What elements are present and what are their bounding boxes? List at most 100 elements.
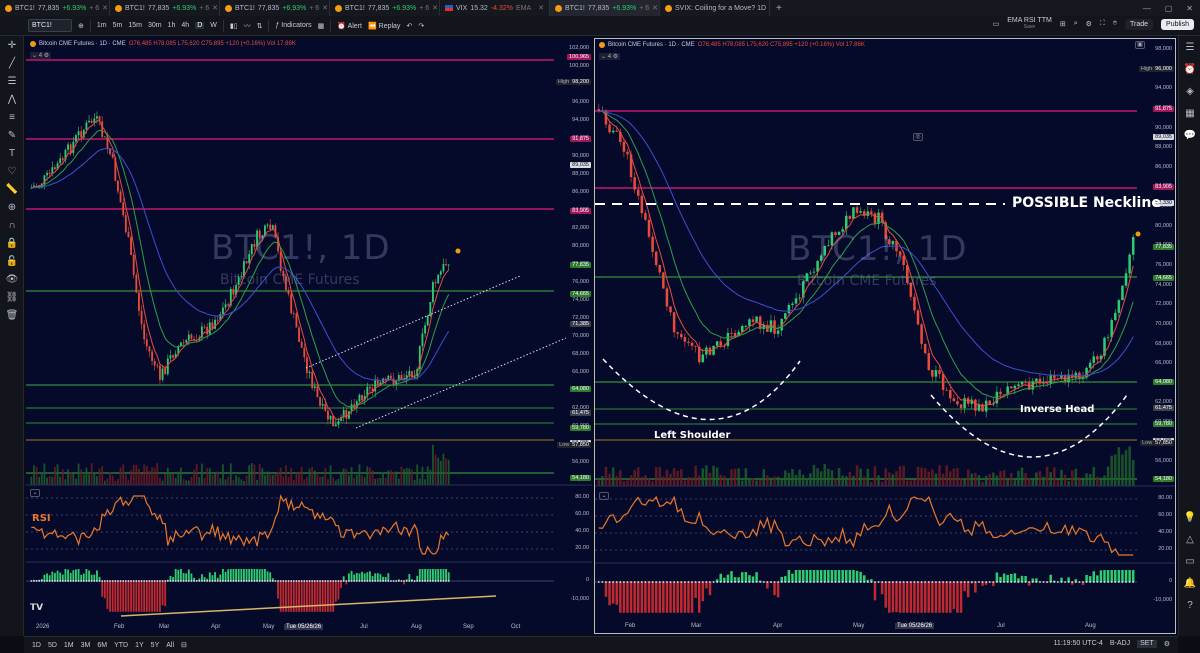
visibility-icon[interactable]: 👁 — [0, 270, 24, 288]
browser-tab[interactable]: BTC1! 77,835 +6.93% + 6 ✕ — [550, 0, 660, 16]
interval-30m[interactable]: 30m — [148, 22, 162, 29]
range-ytd[interactable]: YTD — [114, 642, 128, 649]
undo-icon[interactable]: ↶ — [406, 22, 412, 30]
close-icon[interactable]: ✕ — [1179, 4, 1200, 13]
notes-icon[interactable]: ▭ — [1179, 550, 1200, 572]
link-icon[interactable]: ⛓ — [0, 288, 24, 306]
price-scale-right[interactable]: 98,00096,00094,00092,00090,00088,00086,0… — [1138, 39, 1175, 625]
chart-canvas-right[interactable] — [595, 39, 1175, 633]
symbol-search-input[interactable]: BTC1! — [28, 19, 72, 32]
settlement-toggle[interactable]: SET — [1137, 640, 1157, 648]
object-tree-icon[interactable]: ◎ — [913, 133, 923, 141]
indicator-count[interactable]: ⌄ 4 ⚙ — [30, 52, 52, 59]
badj-toggle[interactable]: B-ADJ — [1110, 640, 1130, 648]
trash-icon[interactable]: 🗑 — [0, 306, 24, 324]
browser-tab[interactable]: VIX 15.32 -4.32% EMA ✕ — [440, 0, 550, 16]
alert-button[interactable]: ⏰ Alert — [337, 22, 362, 30]
interval-1m[interactable]: 1m — [97, 22, 107, 29]
rsi-line[interactable] — [598, 495, 1134, 556]
left-shoulder-arc[interactable] — [602, 358, 801, 421]
zoom-icon[interactable]: ⊕ — [0, 198, 24, 216]
event-marker[interactable] — [455, 248, 461, 254]
chart-legend[interactable]: Bitcoin CME Futures · 1D · CME O76,485 H… — [30, 41, 296, 47]
trade-button[interactable]: Trade — [1125, 18, 1154, 30]
close-tab-icon[interactable]: ✕ — [432, 4, 438, 12]
divergence-line[interactable] — [120, 595, 497, 617]
interval-4h[interactable]: 4h — [181, 22, 189, 29]
notifications-icon[interactable]: 🔔 — [1179, 572, 1200, 594]
compare-icon[interactable]: ⇅ — [257, 22, 263, 30]
publish-button[interactable]: Publish — [1161, 18, 1194, 30]
brush-icon[interactable]: ✎ — [0, 126, 24, 144]
grid-layout-icon[interactable]: ⊞ — [1060, 20, 1066, 28]
close-tab-icon[interactable]: ✕ — [102, 4, 108, 12]
price-scale-left[interactable]: 102,000100,00098,00096,00094,00092,00090… — [555, 38, 592, 624]
range-all[interactable]: All — [166, 642, 174, 649]
collapse-pane-icon[interactable]: ⌄ — [599, 492, 609, 500]
layers-icon[interactable]: ◈ — [1179, 80, 1200, 102]
templates-icon[interactable]: ▦ — [318, 22, 325, 30]
indicators-button[interactable]: ƒ Indicators — [275, 22, 311, 29]
ruler-icon[interactable]: 📏 — [0, 180, 24, 198]
browser-tab[interactable]: SVIX: Coiling for a Move? 1D✕ — [660, 0, 770, 16]
chart-pane-left[interactable]: BTC1!, 1D Bitcoin CME Futures Bitcoin CM… — [26, 38, 592, 634]
layout-name-button[interactable]: EMA RSI TTM Save — [1007, 17, 1052, 30]
line-style-icon[interactable]: 〰 — [244, 21, 251, 31]
replay-button[interactable]: ⏪ Replay — [368, 22, 400, 30]
close-tab-icon[interactable]: ✕ — [212, 4, 218, 12]
ema-fast-line[interactable] — [31, 120, 450, 421]
pine-icon[interactable]: △ — [1179, 528, 1200, 550]
add-symbol-icon[interactable]: ⊕ — [78, 22, 84, 30]
close-tab-icon[interactable]: ✕ — [652, 4, 658, 12]
interval-1h[interactable]: 1h — [168, 22, 176, 29]
close-tab-icon[interactable]: ✕ — [538, 4, 544, 12]
fullscreen-icon[interactable]: ⛶ — [1100, 20, 1105, 28]
close-tab-icon[interactable]: ✕ — [322, 4, 328, 12]
browser-tab[interactable]: BTC1! 77,835 +6.93% + 6 ✕ — [0, 0, 110, 16]
interval-15m[interactable]: 15m — [128, 22, 142, 29]
interval-d[interactable]: D — [195, 22, 205, 29]
goto-date-icon[interactable]: ⊟ — [181, 641, 187, 649]
collapse-pane-icon[interactable]: ⌄ — [30, 489, 40, 497]
help-icon[interactable]: ? — [1179, 594, 1200, 616]
trendline-icon[interactable]: ╱ — [0, 54, 24, 72]
redo-icon[interactable]: ↷ — [418, 22, 424, 30]
text-icon[interactable]: T — [0, 144, 24, 162]
layout-icon[interactable]: ▭ — [993, 20, 1000, 28]
range-5y[interactable]: 5Y — [151, 642, 160, 649]
search-icon[interactable]: ⌕ — [1074, 20, 1078, 28]
magnet-icon[interactable]: ∩ — [0, 216, 24, 234]
settings-icon[interactable]: ⚙ — [1086, 20, 1092, 28]
pattern-icon[interactable]: ⋀ — [0, 90, 24, 108]
range-1y[interactable]: 1Y — [135, 642, 144, 649]
fib-icon[interactable]: ☰ — [0, 72, 24, 90]
range-3m[interactable]: 3M — [81, 642, 91, 649]
ideas-icon[interactable]: 💡 — [1179, 506, 1200, 528]
time-axis-right[interactable]: Feb Mar Apr May Tue 05/26/26 Jul Aug — [595, 623, 1140, 633]
maximize-icon[interactable]: ▢ — [1158, 4, 1180, 13]
range-5d[interactable]: 5D — [48, 642, 57, 649]
scale-settings-icon[interactable]: ⚙ — [1164, 640, 1170, 648]
browser-tab[interactable]: BTC1! 77,835 +6.93% + 6 ✕ — [220, 0, 330, 16]
trend-channel-lower[interactable] — [355, 337, 567, 429]
rsi-line[interactable] — [31, 494, 450, 555]
minimize-icon[interactable]: — — [1136, 4, 1158, 13]
indicator-count[interactable]: ⌄ 4 ⚙ — [599, 53, 621, 60]
interval-5m[interactable]: 5m — [113, 22, 123, 29]
watchlist-icon[interactable]: ☰ — [1179, 36, 1200, 58]
ema-mid-line[interactable] — [31, 129, 450, 408]
new-tab-icon[interactable]: + — [770, 3, 788, 14]
range-6m[interactable]: 6M — [97, 642, 107, 649]
camera-icon[interactable]: ⌾ — [1113, 20, 1117, 28]
chart-canvas-left[interactable] — [26, 38, 592, 634]
lock-icon[interactable]: 🔓 — [0, 252, 24, 270]
clock[interactable]: 11:19:50 UTC-4 — [1054, 640, 1103, 648]
lock-drawings-icon[interactable]: 🔒 — [0, 234, 24, 252]
chat-icon[interactable]: 💬 — [1179, 124, 1200, 146]
chart-pane-right[interactable]: BTC1!, 1D Bitcoin CME Futures Bitcoin CM… — [594, 38, 1176, 634]
favorites-icon[interactable]: ♡ — [0, 162, 24, 180]
alerts-icon[interactable]: ⏰ — [1179, 58, 1200, 80]
chart-legend[interactable]: Bitcoin CME Futures · 1D · CME O76,485 H… — [599, 42, 865, 48]
crosshair-icon[interactable]: ✛ — [0, 36, 24, 54]
range-1m[interactable]: 1M — [64, 642, 74, 649]
